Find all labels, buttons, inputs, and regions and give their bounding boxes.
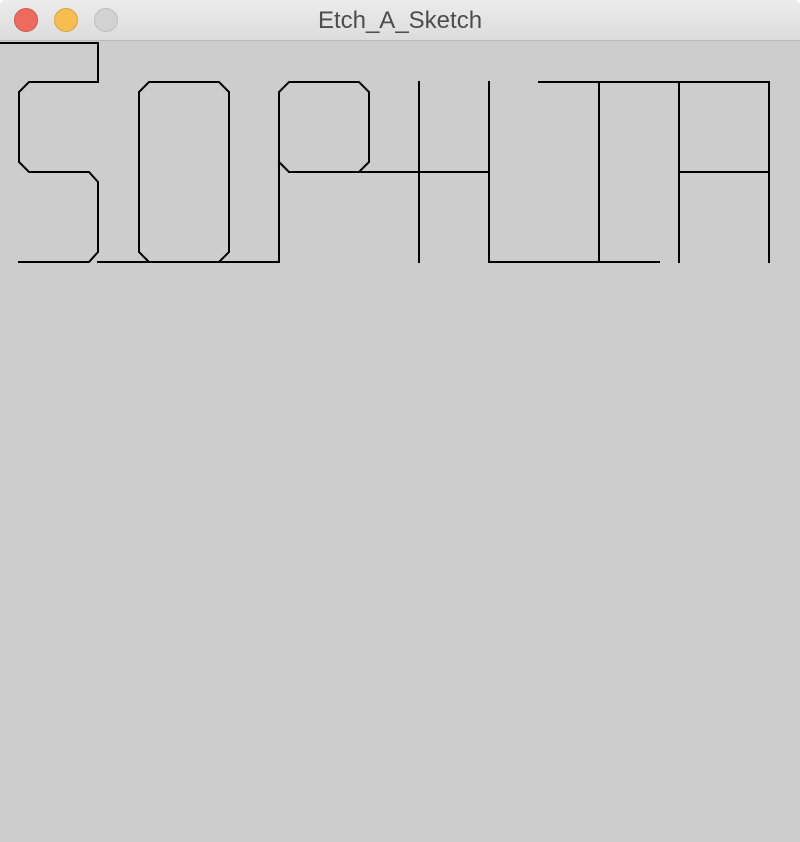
title-bar[interactable]: Etch_A_Sketch bbox=[0, 0, 800, 41]
sketch-path bbox=[0, 42, 770, 263]
sketch-drawing bbox=[0, 42, 770, 263]
window-title: Etch_A_Sketch bbox=[317, 7, 483, 34]
sketch-canvas[interactable] bbox=[0, 41, 800, 842]
app-window: Etch_A_Sketch bbox=[0, 0, 800, 842]
